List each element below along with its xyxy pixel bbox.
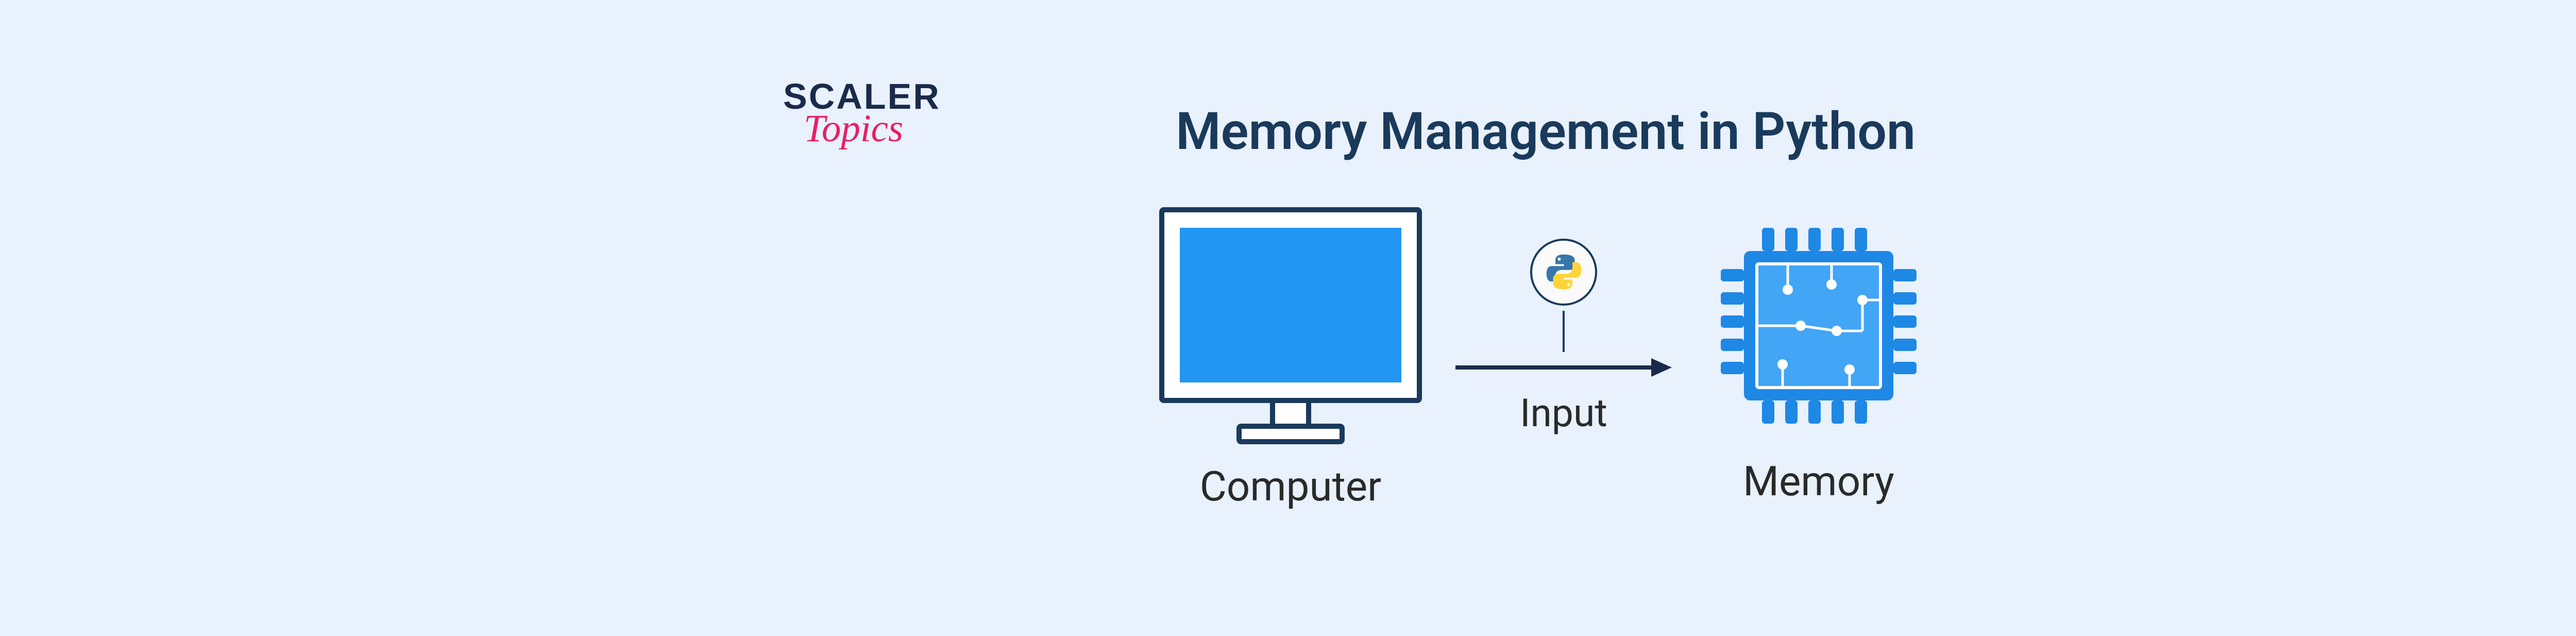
diagram-container: SCALER Topics Memory Management in Pytho… xyxy=(721,60,2370,576)
computer-group: Computer xyxy=(1157,205,1425,511)
memory-label: Memory xyxy=(1743,457,1894,506)
diagram-row: Computer Input xyxy=(1157,205,1935,511)
arrow-label: Input xyxy=(1520,391,1607,436)
scaler-topics-logo: SCALER Topics xyxy=(783,76,941,151)
arrow-input-group: Input xyxy=(1455,239,1672,436)
memory-chip-icon xyxy=(1703,210,1935,442)
python-logo-badge xyxy=(1530,239,1597,306)
python-logo-icon xyxy=(1545,253,1583,291)
memory-group: Memory xyxy=(1703,210,1935,506)
badge-connector-line xyxy=(1563,311,1565,352)
computer-label: Computer xyxy=(1200,462,1382,511)
arrow-right-icon xyxy=(1455,352,1672,383)
computer-monitor-icon xyxy=(1157,205,1425,447)
diagram-title: Memory Management in Python xyxy=(1176,102,1916,162)
